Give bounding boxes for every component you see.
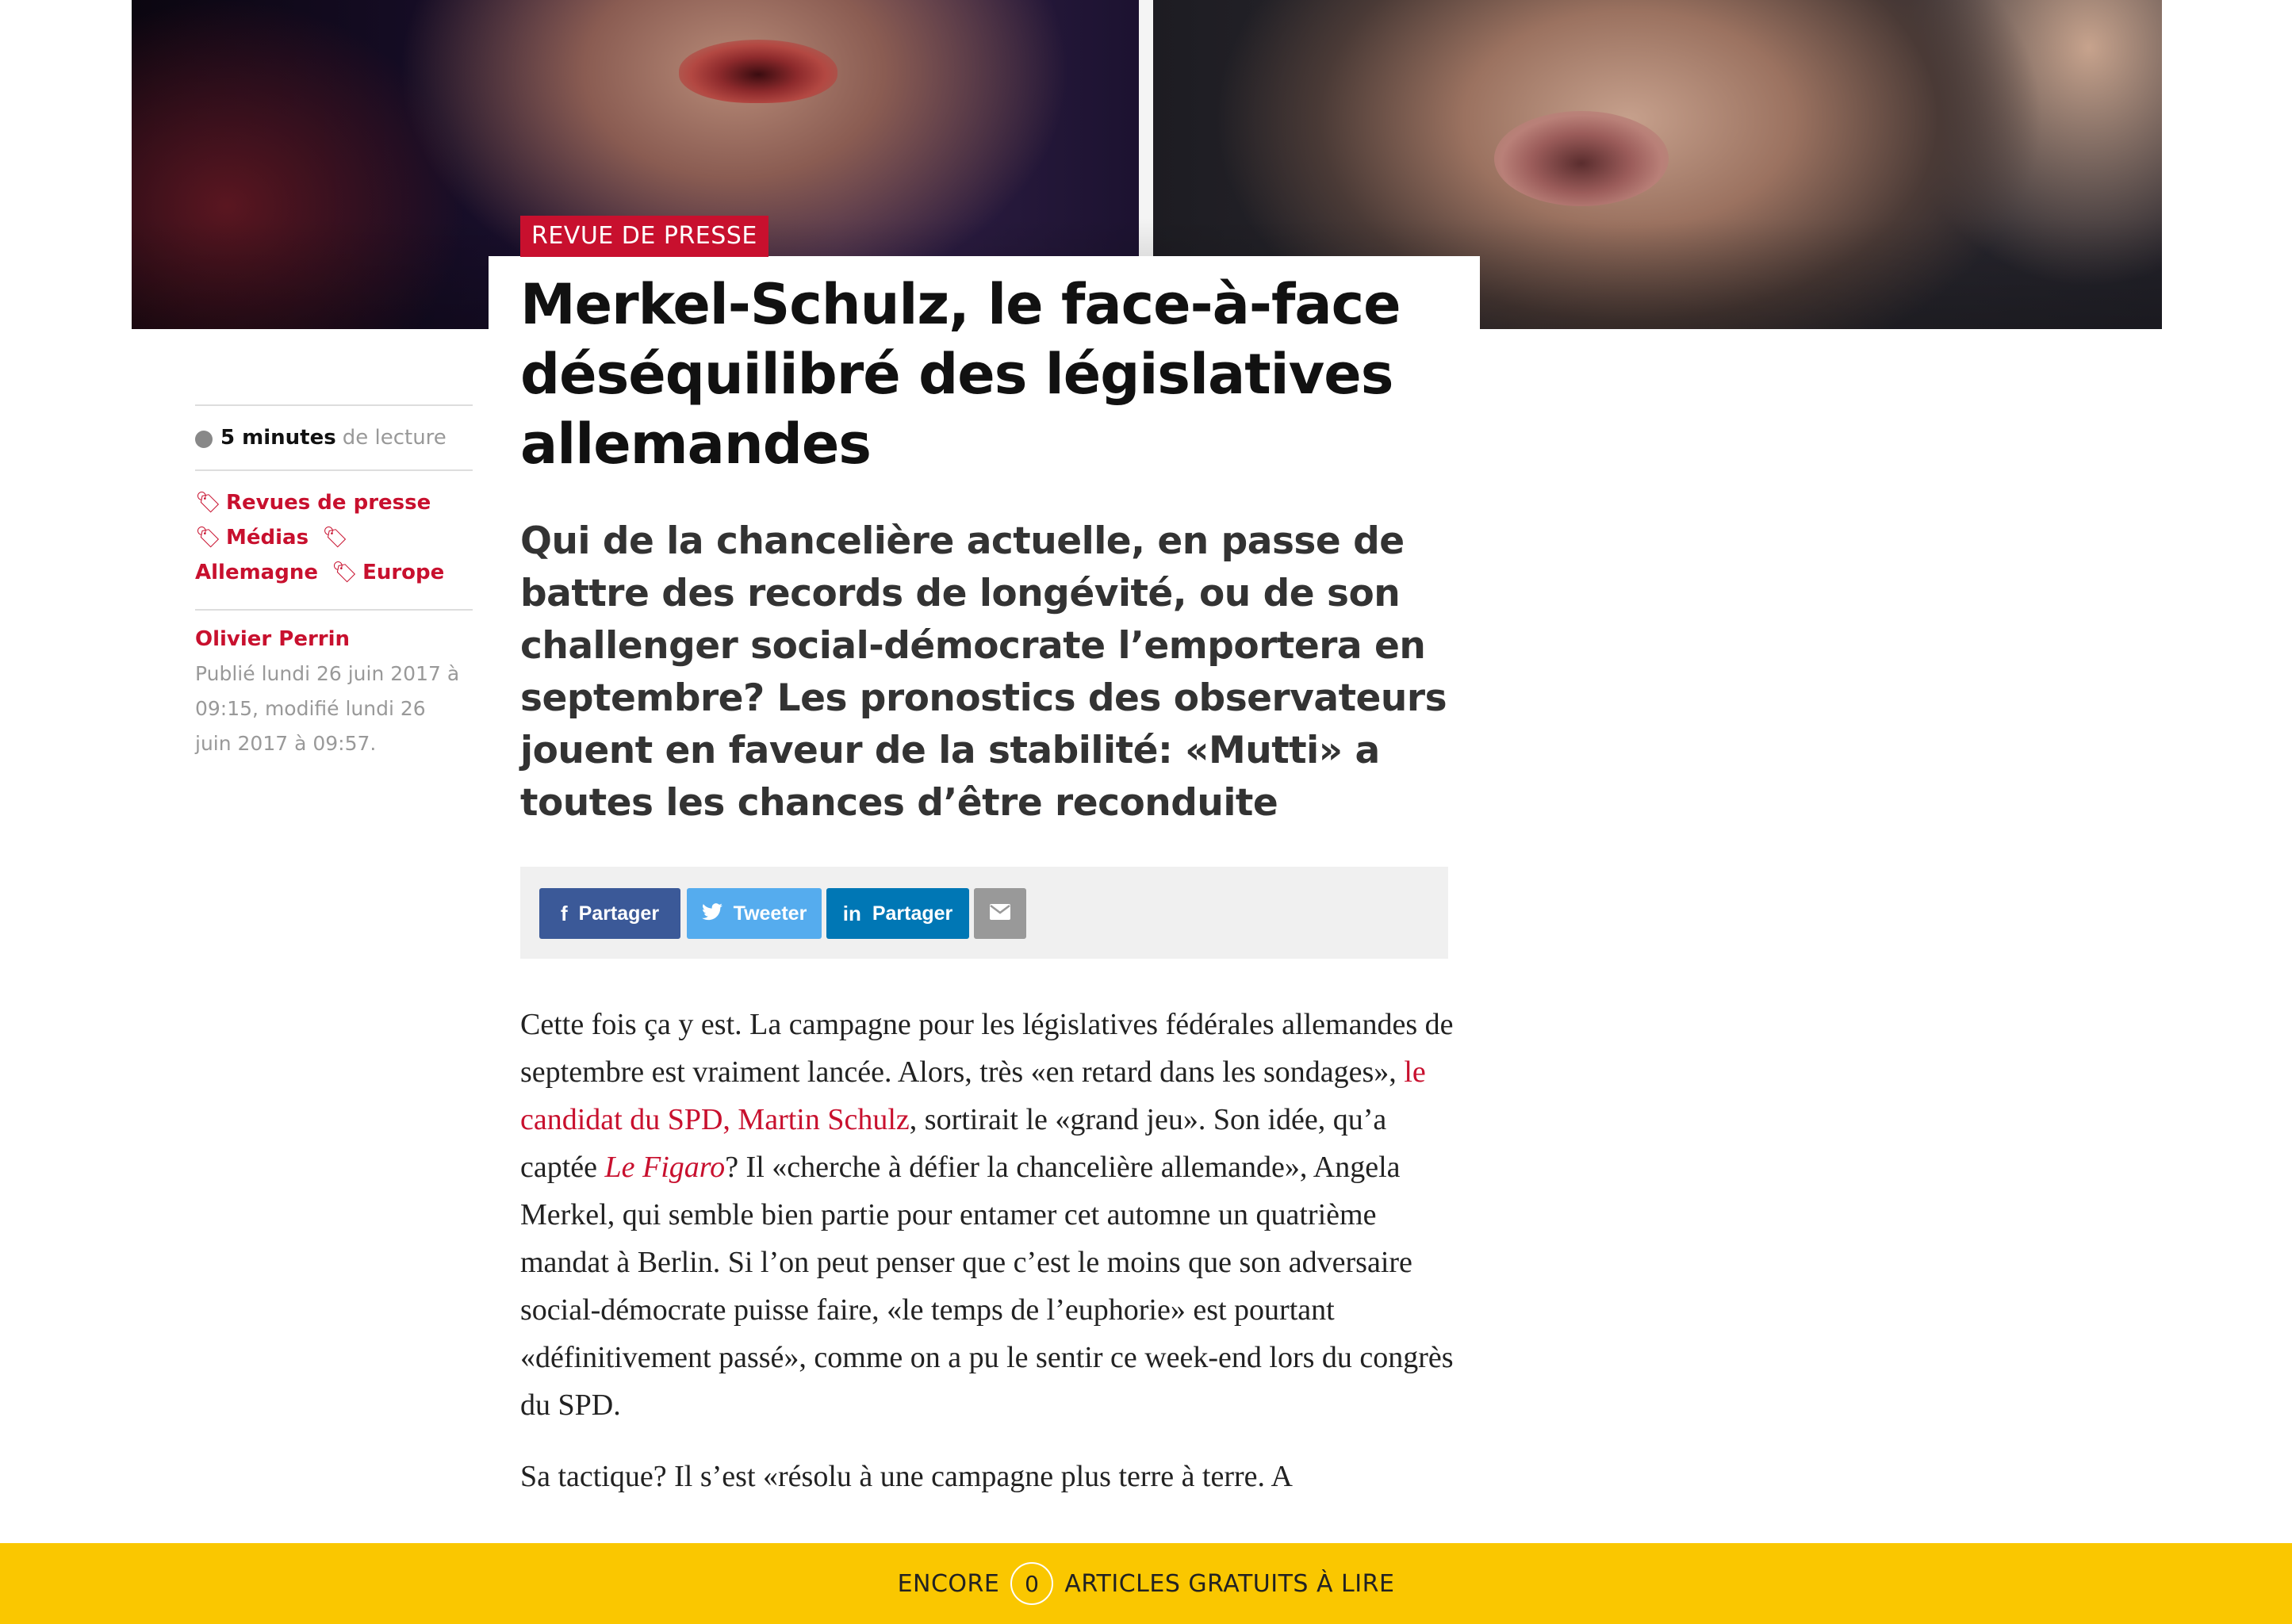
twitter-icon (701, 902, 722, 926)
reading-time-value: 5 minutes (220, 426, 336, 450)
tag-link[interactable]: Europe (362, 561, 444, 584)
tag-link[interactable]: Revues de presse (226, 491, 431, 515)
linkedin-share-button[interactable]: in Partager (826, 888, 969, 939)
body-paragraph: Cette fois ça y est. La campagne pour le… (520, 1008, 1454, 1422)
reading-time-suffix: de lecture (342, 426, 447, 450)
paywall-counter-banner[interactable]: ENCORE 0 ARTICLES GRATUITS À LIRE (0, 1543, 2292, 1624)
body-paragraph: Sa tactique? Il s’est «résolu à une camp… (520, 1460, 1293, 1493)
twitter-share-button[interactable]: Tweeter (687, 888, 822, 939)
tag-icon: 🏷 (332, 561, 358, 584)
facebook-share-button[interactable]: f Partager (539, 888, 680, 939)
linkedin-icon: in (842, 901, 861, 925)
tag-link[interactable]: Allemagne (195, 561, 318, 584)
author-link[interactable]: Olivier Perrin (195, 611, 473, 657)
tag-icon: 🏷 (195, 526, 222, 550)
article-lead: Qui de la chancelière actuelle, en passe… (520, 519, 1447, 825)
tag-icon: 🏷 (322, 526, 349, 550)
tag-link[interactable]: Médias (226, 526, 309, 550)
le-figaro-link[interactable]: Le Figaro (605, 1151, 726, 1184)
share-bar: f Partager Tweeter in Partager (520, 867, 1448, 959)
publication-date: Publié lundi 26 juin 2017 à 09:15, modif… (195, 662, 460, 755)
email-share-button[interactable] (974, 888, 1026, 939)
tag-list: 🏷 Revues de presse 🏷 Médias 🏷Allemagne 🏷 Eu… (195, 471, 473, 609)
article-headline: Merkel-Schulz, le face-à-face déséquilib… (520, 272, 1401, 477)
facebook-share-label: Partager (578, 902, 660, 925)
twitter-share-label: Tweeter (733, 902, 807, 925)
free-articles-count: 0 (1010, 1562, 1054, 1605)
banner-prefix: ENCORE (897, 1569, 1000, 1598)
article-body: Cette fois ça y est. La campagne pour le… (520, 1001, 1456, 1524)
linkedin-share-label: Partager (872, 902, 953, 925)
section-kicker[interactable]: REVUE DE PRESSE (520, 216, 768, 257)
article-meta-sidebar: 5 minutes de lecture 🏷 Revues de presse 🏷… (195, 404, 473, 761)
stopwatch-icon (195, 431, 213, 448)
envelope-icon (990, 902, 1010, 925)
banner-suffix: ARTICLES GRATUITS À LIRE (1064, 1569, 1395, 1598)
tag-icon: 🏷 (195, 491, 222, 515)
facebook-icon: f (560, 901, 568, 925)
reading-time: 5 minutes de lecture (195, 406, 473, 469)
